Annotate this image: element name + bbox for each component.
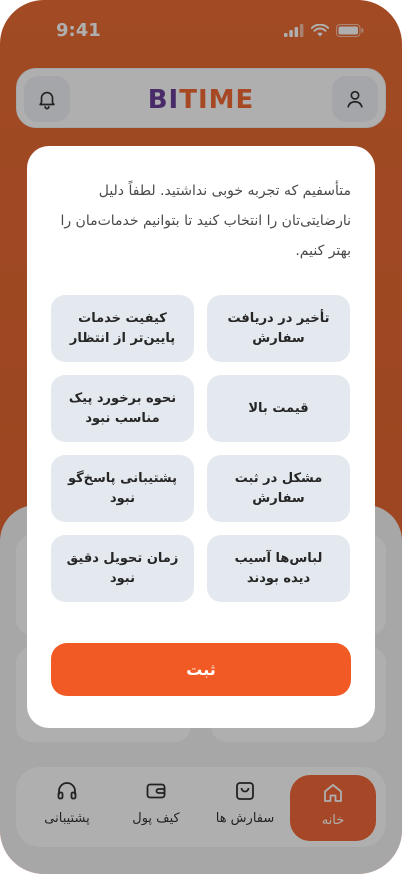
reason-option-high-price[interactable]: قیمت بالا [207,375,350,442]
reason-option-damaged-clothes[interactable]: لباس‌ها آسیب دیده بودند [207,535,350,602]
feedback-message: متأسفیم که تجربه خوبی نداشتید. لطفاً دلی… [60,183,351,259]
reason-option-support-unresponsive[interactable]: پشتیبانی پاسخ‌گو نبود [51,455,194,522]
app-screen: 9:41 BITIME خانه سفارش ها کیف پول پشتیبا… [0,0,402,874]
reason-option-late-delivery[interactable]: تأخیر در دریافت سفارش [207,295,350,362]
reason-option-courier-behavior[interactable]: نحوه برخورد پیک مناسب نبود [51,375,194,442]
reason-option-order-problem[interactable]: مشکل در ثبت سفارش [207,455,350,522]
submit-button[interactable]: ثبت [51,643,351,696]
feedback-modal: متأسفیم که تجربه خوبی نداشتید. لطفاً دلی… [27,146,375,728]
reason-option-low-quality[interactable]: کیفیت خدمات پایین‌تر از انتظار [51,295,194,362]
reason-option-inaccurate-delivery-time[interactable]: زمان تحویل دقیق نبود [51,535,194,602]
